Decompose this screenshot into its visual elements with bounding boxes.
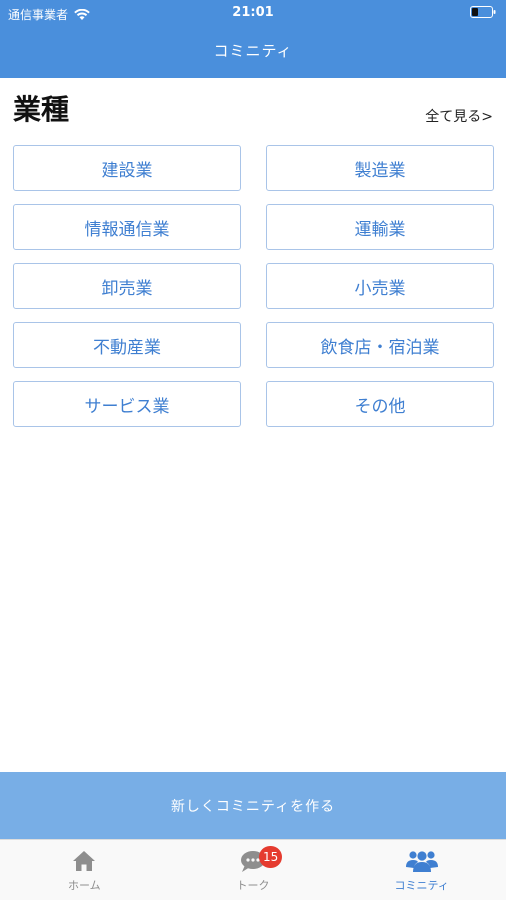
- see-all-link[interactable]: 全て見る>: [425, 106, 493, 126]
- people-icon: [405, 851, 438, 872]
- category-button-real-estate[interactable]: 不動産業: [13, 322, 241, 368]
- screen: 通信事業者 21:01 コミニティ 業種 全て見る> 建設業 製造業 情報通信業…: [0, 0, 506, 900]
- category-button-construction[interactable]: 建設業: [13, 145, 241, 191]
- category-button-services[interactable]: サービス業: [13, 381, 241, 427]
- section-title: 業種: [13, 93, 70, 126]
- tab-community-label: コミニティ: [394, 879, 449, 892]
- category-button-information-communication[interactable]: 情報通信業: [13, 204, 241, 250]
- tab-home-label: ホーム: [68, 879, 101, 892]
- nav-title: コミニティ: [213, 42, 293, 60]
- status-time: 21:01: [232, 5, 274, 20]
- category-button-wholesale[interactable]: 卸売業: [13, 263, 241, 309]
- status-bar: 通信事業者 21:01: [0, 0, 506, 26]
- home-icon: [73, 851, 96, 871]
- tab-talk[interactable]: 15 トーク: [169, 840, 338, 900]
- tab-talk-label: トーク: [236, 879, 270, 892]
- category-button-other[interactable]: その他: [266, 381, 494, 427]
- talk-unread-badge: 15: [259, 846, 283, 868]
- category-grid: 建設業 製造業 情報通信業 運輸業 卸売業 小売業 不動産業 飲食店・宿泊業 サ…: [13, 145, 494, 427]
- battery-icon: [470, 6, 496, 18]
- category-button-manufacturing[interactable]: 製造業: [266, 145, 494, 191]
- tab-home[interactable]: ホーム: [0, 840, 169, 900]
- category-button-transport[interactable]: 運輸業: [266, 204, 494, 250]
- header: 通信事業者 21:01 コミニティ: [0, 0, 506, 78]
- tab-bar: ホーム 15 トーク コミニティ: [0, 839, 506, 900]
- category-button-restaurant-lodging[interactable]: 飲食店・宿泊業: [266, 322, 494, 368]
- category-button-retail[interactable]: 小売業: [266, 263, 494, 309]
- create-community-button[interactable]: 新しくコミニティを作る: [0, 772, 506, 839]
- tab-community[interactable]: コミニティ: [337, 840, 506, 900]
